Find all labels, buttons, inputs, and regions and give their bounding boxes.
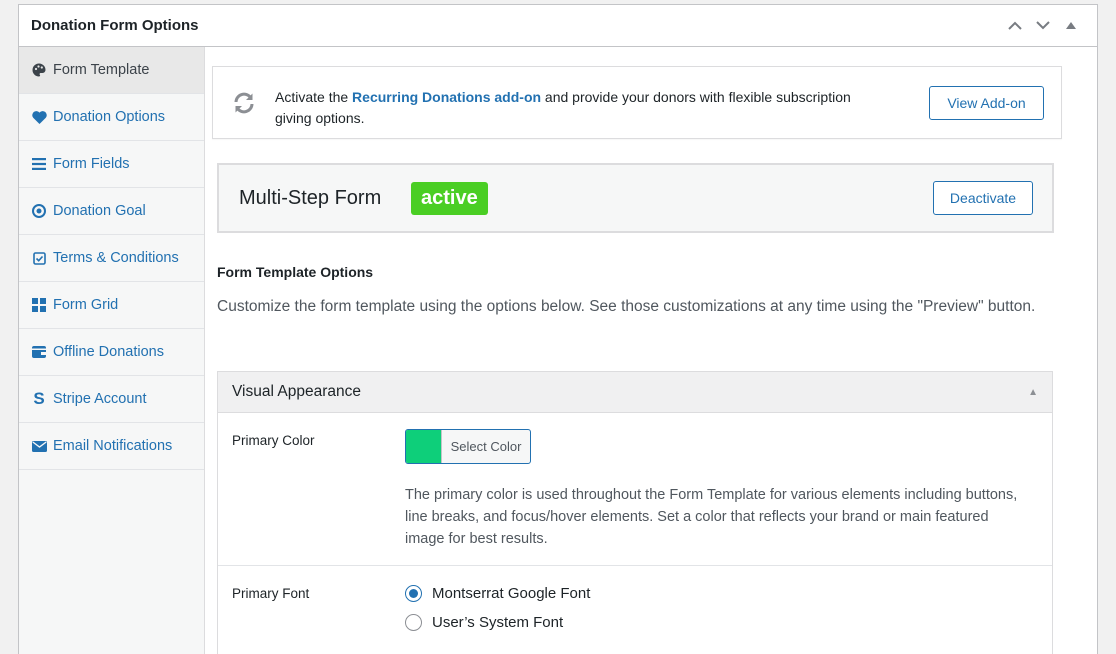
font-option-system[interactable]: User’s System Font bbox=[405, 614, 563, 631]
envelope-icon bbox=[31, 438, 47, 454]
sidebar-item-stripe-account[interactable]: S Stripe Account bbox=[19, 376, 204, 423]
panel-title: Visual Appearance bbox=[232, 383, 361, 400]
heart-icon bbox=[31, 109, 47, 125]
recurring-donations-link[interactable]: Recurring Donations add-on bbox=[352, 89, 541, 105]
sidebar-item-form-fields[interactable]: Form Fields bbox=[19, 141, 204, 188]
template-card: Multi-Step Form active Deactivate bbox=[217, 163, 1054, 233]
options-description: Customize the form template using the op… bbox=[217, 298, 1036, 315]
sidebar-item-label: Email Notifications bbox=[53, 438, 173, 454]
primary-color-description: The primary color is used throughout the… bbox=[405, 487, 1018, 547]
recurring-addon-notice: Activate the Recurring Donations add-on … bbox=[212, 66, 1062, 139]
metabox-header: Donation Form Options bbox=[19, 5, 1097, 47]
collapse-caret-icon[interactable]: ▲ bbox=[1028, 387, 1038, 398]
primary-font-label: Primary Font bbox=[232, 586, 310, 601]
sidebar-item-label: Terms & Conditions bbox=[53, 250, 179, 266]
notice-prefix: Activate the bbox=[275, 89, 353, 105]
primary-color-picker[interactable]: Select Color bbox=[405, 429, 531, 464]
wallet-icon bbox=[31, 344, 47, 360]
font-option-label: Montserrat Google Font bbox=[432, 585, 591, 602]
checkbox-icon bbox=[31, 250, 47, 266]
sidebar-item-terms-conditions[interactable]: Terms & Conditions bbox=[19, 235, 204, 282]
select-color-button[interactable]: Select Color bbox=[442, 430, 530, 463]
field-divider bbox=[218, 565, 1052, 566]
sidebar-item-form-template[interactable]: Form Template bbox=[19, 47, 204, 94]
sidebar-item-label: Form Fields bbox=[53, 156, 130, 172]
sidebar-item-label: Form Template bbox=[53, 62, 150, 78]
status-badge: active bbox=[411, 182, 488, 215]
collapse-toggle-icon[interactable] bbox=[1057, 22, 1085, 29]
grid-icon bbox=[31, 297, 47, 313]
notice-message: Activate the Recurring Donations add-on … bbox=[275, 87, 855, 129]
sidebar-item-donation-goal[interactable]: Donation Goal bbox=[19, 188, 204, 235]
options-sidebar: Form Template Donation Options Form Fiel… bbox=[19, 47, 205, 654]
template-name: Multi-Step Form bbox=[239, 187, 382, 209]
font-option-montserrat[interactable]: Montserrat Google Font bbox=[405, 585, 590, 602]
palette-icon bbox=[31, 62, 47, 78]
sidebar-item-label: Stripe Account bbox=[53, 391, 147, 407]
stripe-icon: S bbox=[33, 389, 45, 408]
view-addon-button[interactable]: View Add-on bbox=[929, 86, 1044, 120]
radio-button[interactable] bbox=[405, 614, 422, 631]
sidebar-item-label: Donation Options bbox=[53, 109, 166, 125]
deactivate-button[interactable]: Deactivate bbox=[933, 181, 1033, 215]
sidebar-item-donation-options[interactable]: Donation Options bbox=[19, 94, 204, 141]
visual-appearance-panel: Visual Appearance ▲ Primary Color Select… bbox=[217, 371, 1053, 654]
color-swatch[interactable] bbox=[406, 430, 442, 463]
primary-color-label: Primary Color bbox=[232, 433, 315, 448]
options-title: Form Template Options bbox=[217, 264, 374, 280]
panel-header[interactable]: Visual Appearance ▲ bbox=[218, 372, 1052, 413]
sidebar-item-label: Offline Donations bbox=[53, 344, 164, 360]
sidebar-item-form-grid[interactable]: Form Grid bbox=[19, 282, 204, 329]
list-icon bbox=[31, 156, 47, 172]
sidebar-item-offline-donations[interactable]: Offline Donations bbox=[19, 329, 204, 376]
sidebar-item-label: Donation Goal bbox=[53, 203, 146, 219]
font-option-label: User’s System Font bbox=[432, 614, 564, 631]
move-up-icon[interactable] bbox=[1001, 21, 1029, 30]
target-icon bbox=[31, 203, 47, 219]
sync-icon bbox=[234, 92, 254, 114]
sidebar-item-email-notifications[interactable]: Email Notifications bbox=[19, 423, 204, 470]
metabox-title: Donation Form Options bbox=[31, 17, 199, 34]
radio-button-checked[interactable] bbox=[405, 585, 422, 602]
move-down-icon[interactable] bbox=[1029, 21, 1057, 30]
sidebar-item-label: Form Grid bbox=[53, 297, 119, 313]
